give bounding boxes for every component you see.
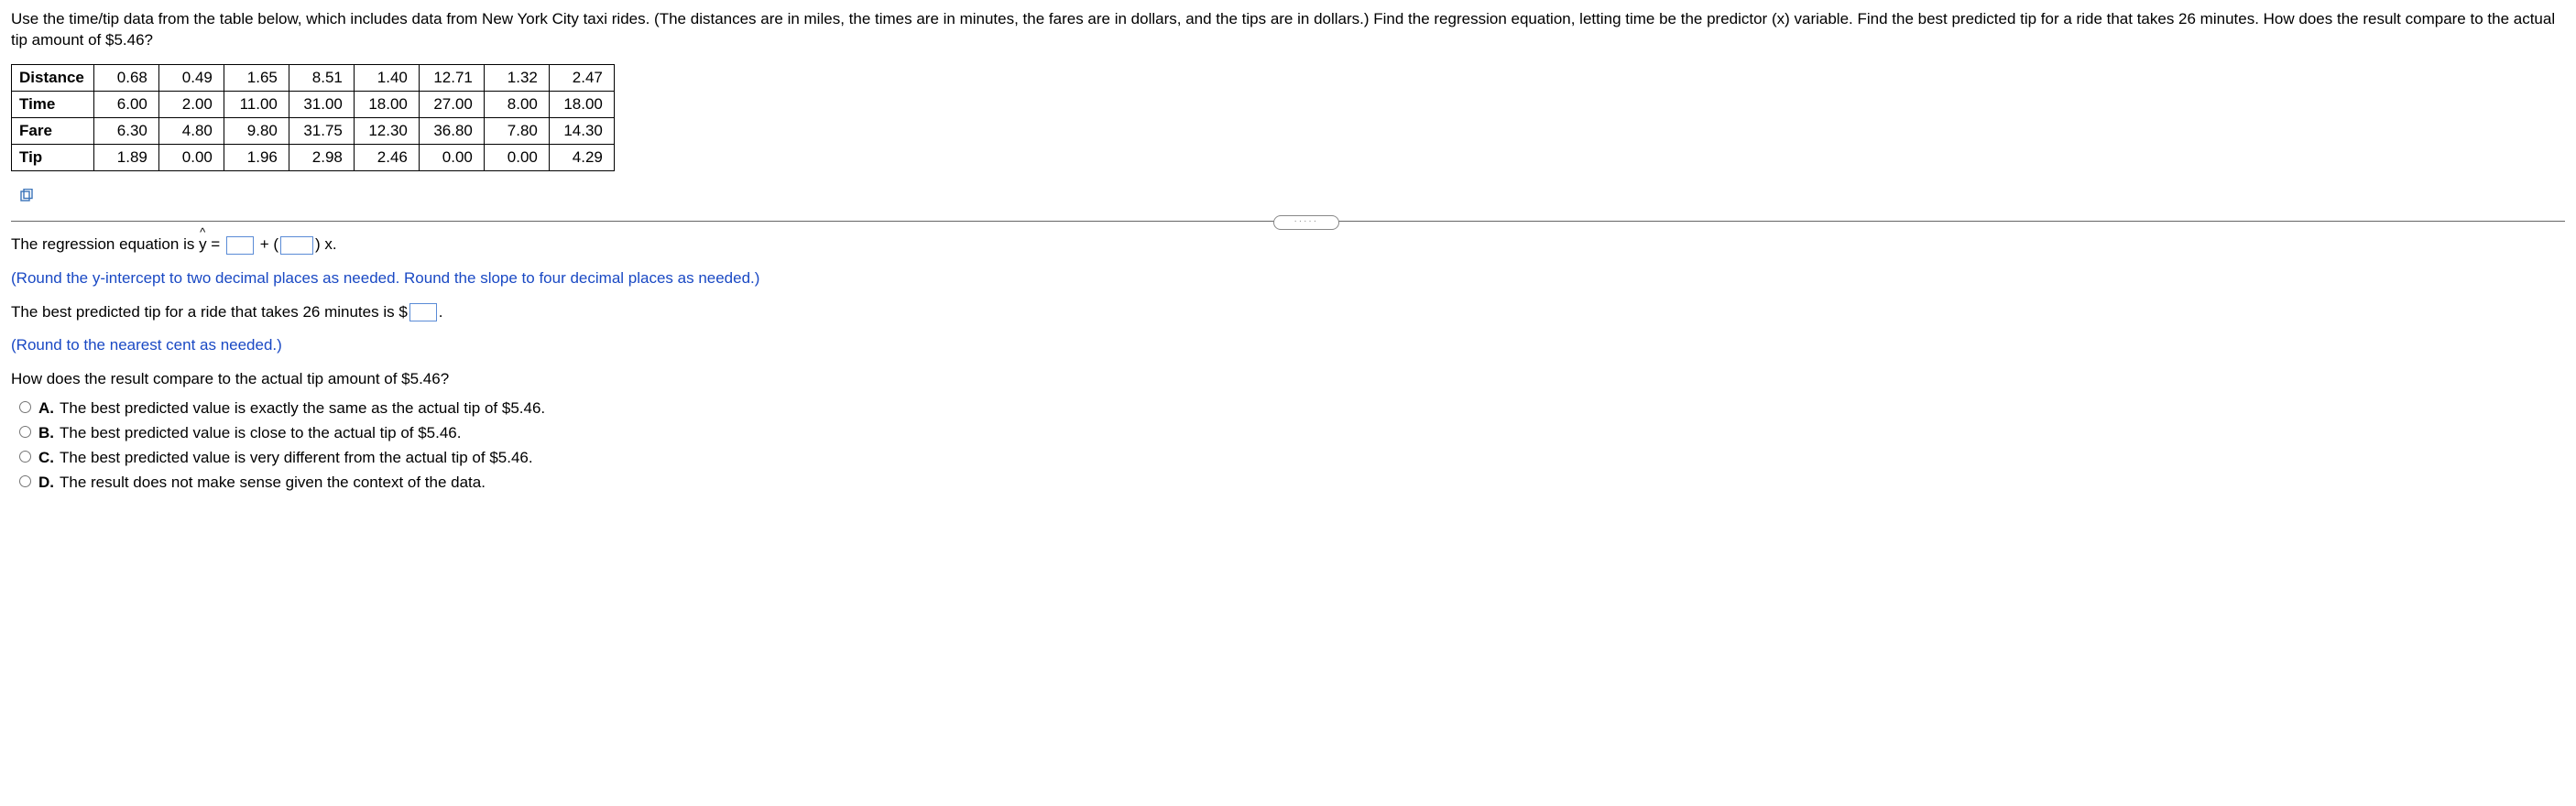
cell: 31.00 <box>289 91 354 117</box>
eq-equals: = <box>211 235 220 253</box>
cell: 6.00 <box>93 91 158 117</box>
radio-b[interactable] <box>19 426 31 438</box>
eq-prefix: The regression equation is <box>11 235 199 253</box>
cell: 1.40 <box>354 64 419 91</box>
eq-plus: + <box>260 235 274 253</box>
radio-d[interactable] <box>19 475 31 487</box>
cell: 1.32 <box>484 64 549 91</box>
cell: 8.00 <box>484 91 549 117</box>
table-row: Fare 6.30 4.80 9.80 31.75 12.30 36.80 7.… <box>12 117 615 144</box>
rounding-hint-pred: (Round to the nearest cent as needed.) <box>11 332 2565 360</box>
cell: 1.65 <box>224 64 289 91</box>
pred-period: . <box>439 303 443 321</box>
cell: 2.00 <box>158 91 224 117</box>
cell: 6.30 <box>93 117 158 144</box>
predicted-tip-line: The best predicted tip for a ride that t… <box>11 299 2565 327</box>
option-letter: C. <box>38 449 54 466</box>
cell: 18.00 <box>354 91 419 117</box>
cell: 4.80 <box>158 117 224 144</box>
pred-text: The best predicted tip for a ride that t… <box>11 303 408 321</box>
cell: 8.51 <box>289 64 354 91</box>
slope-input[interactable] <box>280 236 313 255</box>
cell: 36.80 <box>419 117 484 144</box>
data-table: Distance 0.68 0.49 1.65 8.51 1.40 12.71 … <box>11 64 615 171</box>
divider: ····· <box>11 221 2565 222</box>
cell: 0.68 <box>93 64 158 91</box>
cell: 2.47 <box>549 64 614 91</box>
cell: 0.00 <box>158 144 224 170</box>
cell: 12.71 <box>419 64 484 91</box>
cell: 18.00 <box>549 91 614 117</box>
cell: 2.98 <box>289 144 354 170</box>
cell: 0.00 <box>484 144 549 170</box>
option-c[interactable]: C. The best predicted value is very diffe… <box>15 448 2565 467</box>
rounding-hint-eq: (Round the y-intercept to two decimal pl… <box>11 265 2565 293</box>
regression-equation-line: The regression equation is ^y = + () x. <box>11 231 2565 259</box>
intercept-input[interactable] <box>226 236 254 255</box>
cell: 12.30 <box>354 117 419 144</box>
option-letter: A. <box>38 399 54 417</box>
radio-c[interactable] <box>19 451 31 463</box>
eq-x: x. <box>321 235 337 253</box>
option-text: The result does not make sense given the… <box>60 474 486 491</box>
compare-question: How does the result compare to the actua… <box>11 365 2565 394</box>
option-a[interactable]: A. The best predicted value is exactly th… <box>15 398 2565 418</box>
cell: 9.80 <box>224 117 289 144</box>
option-letter: B. <box>38 424 54 441</box>
cell: 1.96 <box>224 144 289 170</box>
option-b[interactable]: B. The best predicted value is close to t… <box>15 423 2565 442</box>
cell: 2.46 <box>354 144 419 170</box>
option-text: The best predicted value is very differe… <box>60 449 533 466</box>
copy-icon[interactable] <box>20 188 35 206</box>
cell: 7.80 <box>484 117 549 144</box>
cell: 27.00 <box>419 91 484 117</box>
cell: 0.00 <box>419 144 484 170</box>
row-header: Fare <box>12 117 94 144</box>
y-hat-symbol: ^y <box>199 231 207 259</box>
cell: 1.89 <box>93 144 158 170</box>
expand-handle-icon[interactable]: ····· <box>1273 215 1339 230</box>
row-header: Time <box>12 91 94 117</box>
option-d[interactable]: D. The result does not make sense given t… <box>15 473 2565 492</box>
table-row: Time 6.00 2.00 11.00 31.00 18.00 27.00 8… <box>12 91 615 117</box>
cell: 31.75 <box>289 117 354 144</box>
option-letter: D. <box>38 474 54 491</box>
predicted-tip-input[interactable] <box>409 303 437 321</box>
table-row: Tip 1.89 0.00 1.96 2.98 2.46 0.00 0.00 4… <box>12 144 615 170</box>
cell: 11.00 <box>224 91 289 117</box>
question-text: Use the time/tip data from the table bel… <box>11 9 2565 51</box>
row-header: Distance <box>12 64 94 91</box>
option-text: The best predicted value is exactly the … <box>60 399 545 417</box>
table-row: Distance 0.68 0.49 1.65 8.51 1.40 12.71 … <box>12 64 615 91</box>
radio-a[interactable] <box>19 401 31 413</box>
cell: 14.30 <box>549 117 614 144</box>
option-text: The best predicted value is close to the… <box>60 424 462 441</box>
cell: 4.29 <box>549 144 614 170</box>
cell: 0.49 <box>158 64 224 91</box>
row-header: Tip <box>12 144 94 170</box>
